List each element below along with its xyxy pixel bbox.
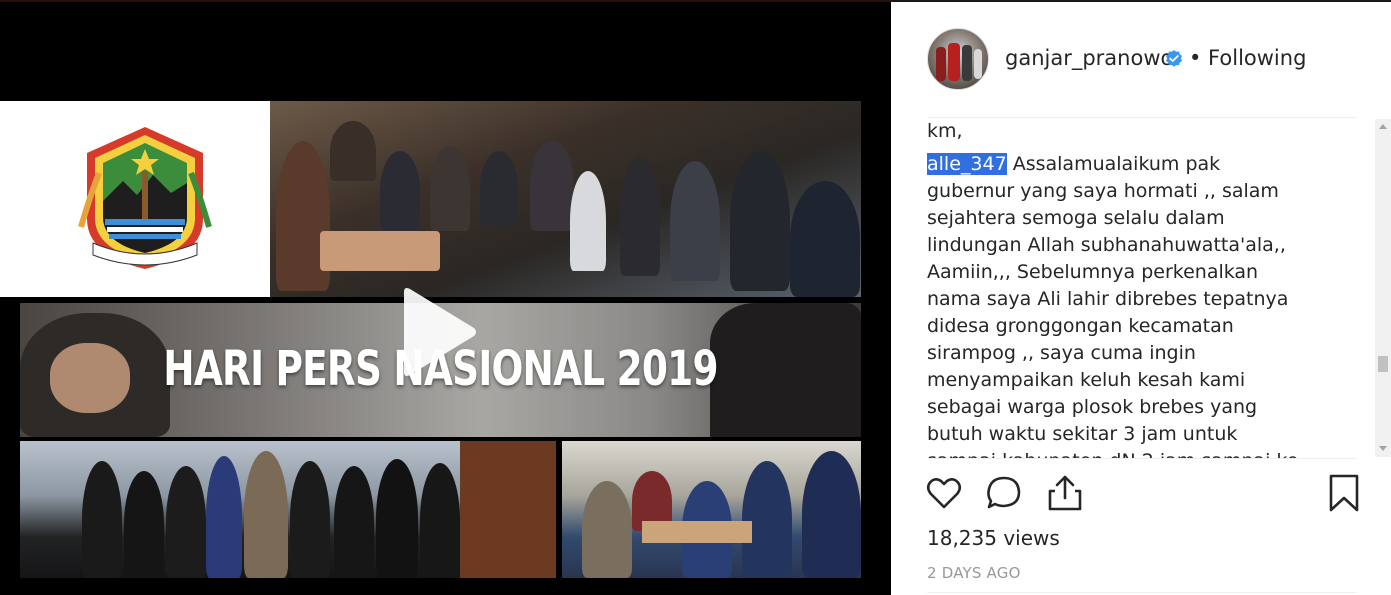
video-player[interactable]: HARI PERS NASIONAL 2019 <box>0 0 891 595</box>
scrollbar-thumb[interactable] <box>1378 356 1388 372</box>
comment-text: Assalamualaikum pak gubernur yang saya h… <box>927 153 1298 458</box>
scroll-up-arrow-icon[interactable] <box>1379 124 1387 129</box>
comment-bubble-icon[interactable] <box>985 474 1023 512</box>
comments-scrollbar[interactable] <box>1375 119 1391 457</box>
comment-previous-tail: km, <box>927 120 963 142</box>
following-button[interactable]: • Following <box>1189 46 1306 70</box>
post-date: 2 DAYS AGO <box>927 564 1021 582</box>
play-icon[interactable] <box>398 284 478 380</box>
scroll-down-arrow-icon[interactable] <box>1379 446 1387 451</box>
post-details-panel: ganjar_pranowo • Following km, alle_347 … <box>891 0 1391 595</box>
panel-top-line <box>891 0 1391 2</box>
verified-badge-icon <box>1166 50 1182 67</box>
share-icon[interactable] <box>1046 474 1084 512</box>
media-top-strip <box>0 0 891 2</box>
views-count[interactable]: 18,235 views <box>927 526 1060 550</box>
comment-author-link[interactable]: alle_347 <box>927 153 1007 175</box>
video-thumbnail-group-photo <box>20 441 556 578</box>
comments-divider <box>927 458 1357 459</box>
avatar[interactable] <box>927 28 989 90</box>
video-thumbnail-press-room-photo <box>270 101 861 297</box>
video-thumbnail-logo-panel <box>0 101 270 297</box>
username-link[interactable]: ganjar_pranowo <box>1005 46 1173 70</box>
bookmark-icon[interactable] <box>1325 474 1363 512</box>
video-bottom-bar <box>0 578 891 595</box>
footer-divider <box>927 592 1357 593</box>
comment-item: alle_347 Assalamualaikum pak gubernur ya… <box>927 151 1307 458</box>
heart-icon[interactable] <box>925 474 963 512</box>
video-thumbnail-meeting-photo <box>562 441 861 578</box>
provincial-emblem-image <box>78 127 212 269</box>
comments-list[interactable]: km, alle_347 Assalamualaikum pak gubernu… <box>927 118 1367 458</box>
